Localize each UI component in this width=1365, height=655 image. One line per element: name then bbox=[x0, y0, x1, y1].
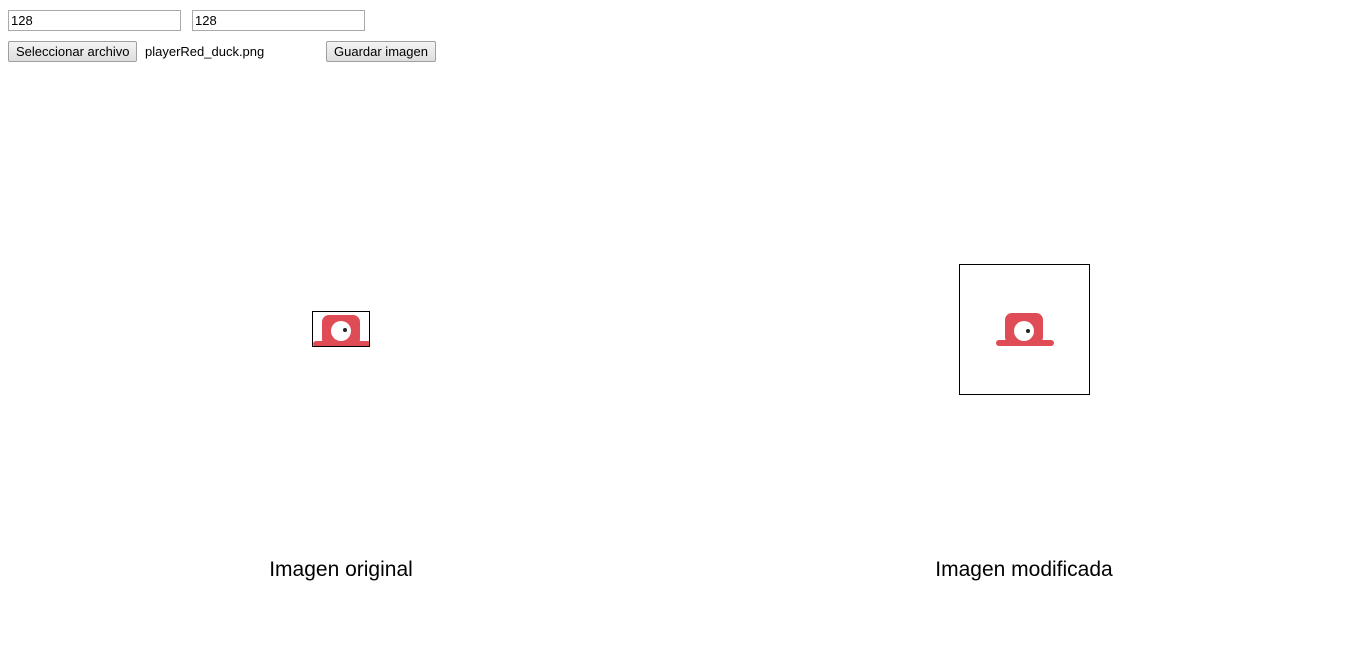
red-duck-sprite-icon bbox=[313, 315, 369, 346]
modified-image-canvas bbox=[959, 264, 1090, 395]
modified-image-caption: Imagen modificada bbox=[935, 558, 1113, 581]
red-duck-sprite-icon bbox=[996, 313, 1054, 346]
selected-file-name: playerRed_duck.png bbox=[145, 44, 265, 59]
original-image-caption: Imagen original bbox=[269, 558, 413, 581]
select-file-button[interactable]: Seleccionar archivo bbox=[8, 41, 138, 62]
width-input[interactable] bbox=[8, 10, 181, 31]
save-image-button[interactable]: Guardar imagen bbox=[326, 41, 436, 62]
original-image-canvas bbox=[312, 311, 370, 347]
height-input[interactable] bbox=[192, 10, 365, 31]
